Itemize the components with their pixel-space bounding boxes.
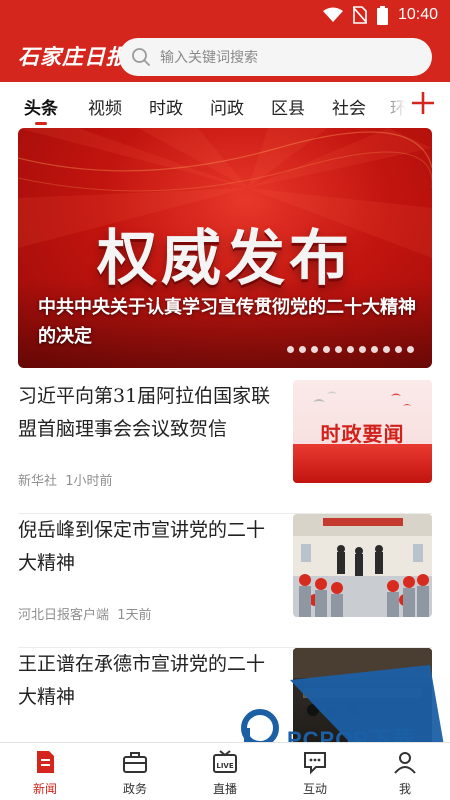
search-placeholder: 输入关键词搜索 [160,50,258,66]
search-bar[interactable]: 输入关键词搜索 [119,38,432,76]
news-meta: 新华社 1小时前 [18,470,113,489]
thumb-text: 时政要闻 [320,422,405,446]
tab-inquiry[interactable]: 问政 [210,94,244,119]
carousel-dot[interactable] [311,346,318,353]
app-header: 石家庄日报 输入关键词搜索 [0,30,450,82]
status-time: 10:40 [397,6,438,23]
thumb-band [293,444,432,483]
nav-me[interactable]: 我 [360,743,450,800]
news-source: 河北日报客户端 [18,608,110,623]
battery-icon [376,5,388,25]
carousel-dot[interactable] [371,346,378,353]
wifi-icon [322,7,343,22]
tab-headline[interactable]: 头条 [24,94,58,119]
news-title: 王正谱在承德市宣讲党的二十大精神 [18,653,266,708]
news-source: 新华社 [18,474,58,489]
live-tv-icon: LIVE [213,750,237,773]
briefcase-icon [123,752,147,773]
tab-fade [374,82,414,126]
status-icons: 10:40 [322,4,438,26]
news-title: 倪岳峰到保定市宣讲党的二十大精神 [18,519,266,574]
add-channel-icon[interactable] [410,90,436,116]
nav-interact[interactable]: 互动 [270,743,360,800]
news-time: 1小时前 [65,474,113,489]
news-meta: 河北日报客户端 1天前 [18,604,152,623]
nav-news[interactable]: 新闻 [0,743,90,800]
bottom-navigation: 新闻 政务 LIVE 直播 互动 我 [0,742,450,800]
nav-label: 新闻 [32,782,57,796]
no-sim-icon [352,6,367,24]
news-thumbnail [293,648,432,751]
banner-caption: 中共中央关于认真学习宣传贯彻党的二十大精神的决定 [38,297,416,347]
nav-government[interactable]: 政务 [90,743,180,800]
nav-label: 政务 [122,782,147,796]
nav-live[interactable]: LIVE 直播 [180,743,270,800]
tab-society[interactable]: 社会 [332,94,366,119]
chat-icon [304,752,326,775]
search-icon [132,48,150,66]
svg-text:LIVE: LIVE [216,762,233,770]
active-tab-indicator [35,122,47,125]
headline-carousel[interactable]: 权威发布 中共中央关于认真学习宣传贯彻党的二十大精神的决定 [18,128,432,368]
carousel-dot[interactable] [323,346,330,353]
news-title: 习近平向第31届阿拉伯国家联盟首脑理事会会议致贺信 [18,385,271,440]
news-thumbnail [293,514,432,617]
nav-label: 互动 [302,782,327,796]
carousel-indicator [287,346,414,353]
news-time: 1天前 [117,608,152,623]
carousel-dot[interactable] [335,346,342,353]
profile-icon [394,752,416,774]
app-logo[interactable]: 石家庄日报 [18,41,128,71]
carousel-dot[interactable] [359,346,366,353]
tab-politics[interactable]: 时政 [149,94,183,119]
carousel-dot[interactable] [395,346,402,353]
news-item[interactable]: 倪岳峰到保定市宣讲党的二十大精神 河北日报客户端 1天前 [18,514,432,648]
nav-label: 直播 [212,782,237,796]
event-photo [293,514,432,617]
news-thumbnail: 时政要闻 [293,380,432,483]
channel-tabs: 头条 视频 时政 问政 区县 社会 环 [0,82,450,126]
meeting-photo [293,648,432,718]
carousel-dot[interactable] [407,346,414,353]
tab-districts[interactable]: 区县 [271,94,305,119]
carousel-dot[interactable] [287,346,294,353]
carousel-dot[interactable] [383,346,390,353]
news-item[interactable]: 习近平向第31届阿拉伯国家联盟首脑理事会会议致贺信 新华社 1小时前 时政要闻 [18,380,432,514]
tab-video[interactable]: 视频 [88,94,122,119]
carousel-dot[interactable] [299,346,306,353]
status-bar: 10:40 [0,0,450,30]
carousel-dot[interactable] [347,346,354,353]
news-icon [37,751,54,773]
nav-label: 我 [398,782,411,796]
